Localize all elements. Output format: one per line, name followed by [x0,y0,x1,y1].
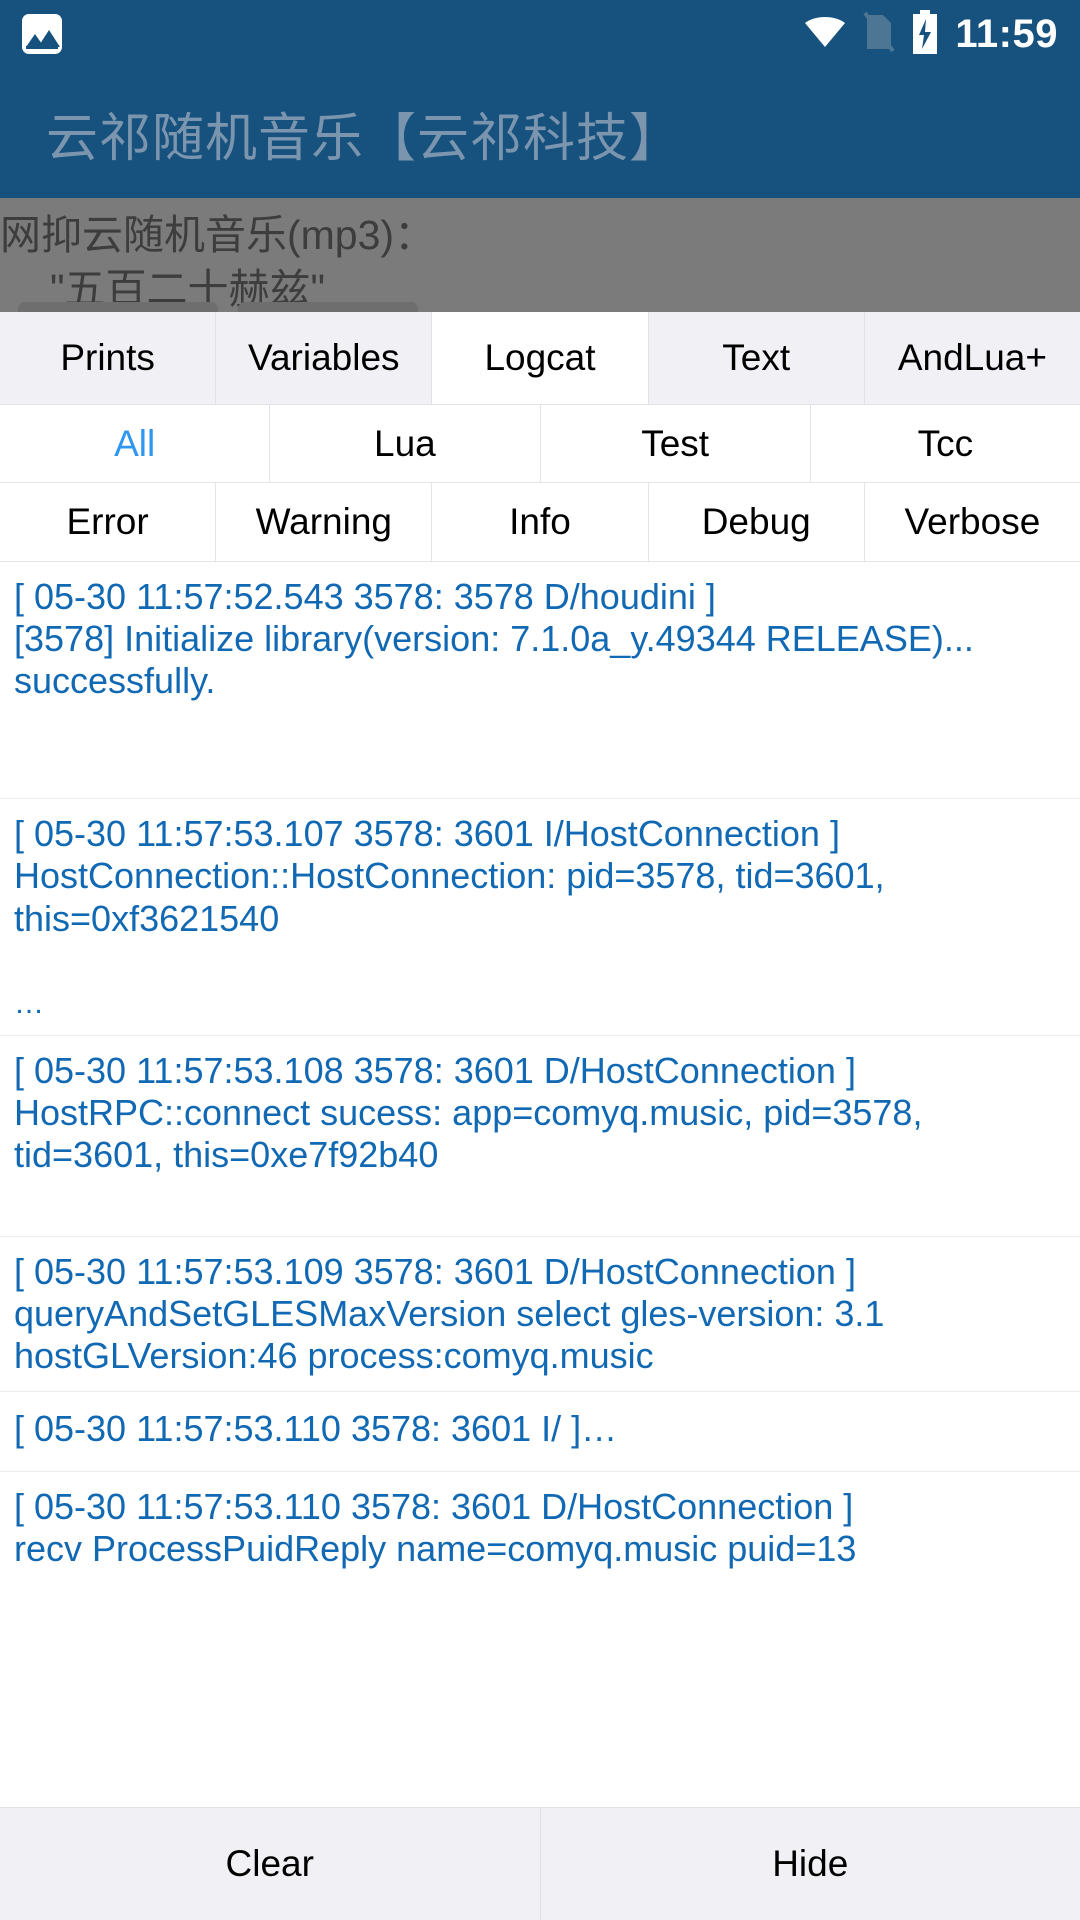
log-entry-ellipsis: … [14,986,1066,1021]
log-entry-header: [ 05-30 11:57:52.543 3578: 3578 D/houdin… [14,576,1066,618]
log-entry-body: HostConnection::HostConnection: pid=3578… [14,855,1066,939]
dimmed-app-content: 网抑云随机音乐(mp3)： "五百二十赫兹" [0,198,1080,312]
log-entry[interactable]: [ 05-30 11:57:53.107 3578: 3601 I/HostCo… [0,799,1080,1035]
status-bar-clock: 11:59 [955,14,1058,54]
logcat-list[interactable]: [ 05-30 11:57:52.543 3578: 3578 D/houdin… [0,562,1080,1920]
dimmed-text-line-1: 网抑云随机音乐(mp3)： [0,201,435,261]
page-title: 云祁随机音乐【云祁科技】 [46,96,682,171]
dimmed-button-2 [238,302,418,312]
dimmed-button-1 [18,302,218,312]
log-entry[interactable]: [ 05-30 11:57:53.110 3578: 3601 I/ ]… [0,1392,1080,1471]
hide-button[interactable]: Hide [541,1808,1080,1920]
no-sim-icon [863,11,895,58]
log-entry[interactable]: [ 05-30 11:57:53.110 3578: 3601 D/HostCo… [0,1472,1080,1584]
tab-prints[interactable]: Prints [0,312,216,404]
log-entry-header: [ 05-30 11:57:53.109 3578: 3601 D/HostCo… [14,1251,1066,1293]
log-entry-header: [ 05-30 11:57:53.110 3578: 3601 I/ ]… [14,1408,1066,1450]
level-debug[interactable]: Debug [649,483,865,561]
log-entry-header: [ 05-30 11:57:53.110 3578: 3601 D/HostCo… [14,1486,1066,1528]
tab-andlua-plus[interactable]: AndLua+ [865,312,1080,404]
app-bar: 云祁随机音乐【云祁科技】 [0,68,1080,198]
status-bar: 11:59 [0,0,1080,68]
main-tab-bar: Prints Variables Logcat Text AndLua+ [0,312,1080,404]
tab-logcat[interactable]: Logcat [432,312,648,404]
log-entry-body: [3578] Initialize library(version: 7.1.0… [14,618,1066,702]
clear-button[interactable]: Clear [0,1808,541,1920]
filter-lua[interactable]: Lua [270,405,540,482]
filter-test[interactable]: Test [541,405,811,482]
log-entry-body: recv ProcessPuidReply name=comyq.music p… [14,1528,1066,1570]
status-bar-notifications [22,14,62,54]
bottom-action-bar: Clear Hide [0,1807,1080,1920]
log-entry-body: HostRPC::connect sucess: app=comyq.music… [14,1092,1066,1176]
photo-icon [22,14,62,54]
tab-variables[interactable]: Variables [216,312,432,404]
battery-charging-icon [911,10,939,59]
log-entry-header: [ 05-30 11:57:53.108 3578: 3601 D/HostCo… [14,1050,1066,1092]
filter-all[interactable]: All [0,405,270,482]
app-screen: 11:59 云祁随机音乐【云祁科技】 网抑云随机音乐(mp3)： "五百二十赫兹… [0,0,1080,1920]
log-entry-body: queryAndSetGLESMaxVersion select gles-ve… [14,1293,1066,1377]
tab-text[interactable]: Text [649,312,865,404]
level-verbose[interactable]: Verbose [865,483,1080,561]
log-entry[interactable]: [ 05-30 11:57:53.108 3578: 3601 D/HostCo… [0,1036,1080,1237]
level-error[interactable]: Error [0,483,216,561]
log-entry-header: [ 05-30 11:57:53.107 3578: 3601 I/HostCo… [14,813,1066,855]
log-entry[interactable]: [ 05-30 11:57:52.543 3578: 3578 D/houdin… [0,562,1080,799]
status-bar-system: 11:59 [803,10,1058,59]
level-info[interactable]: Info [432,483,648,561]
log-level-bar: Error Warning Info Debug Verbose [0,483,1080,562]
wifi-icon [803,15,847,54]
filter-tcc[interactable]: Tcc [811,405,1080,482]
log-entry[interactable]: [ 05-30 11:57:53.109 3578: 3601 D/HostCo… [0,1237,1080,1392]
source-filter-bar: All Lua Test Tcc [0,404,1080,483]
level-warning[interactable]: Warning [216,483,432,561]
